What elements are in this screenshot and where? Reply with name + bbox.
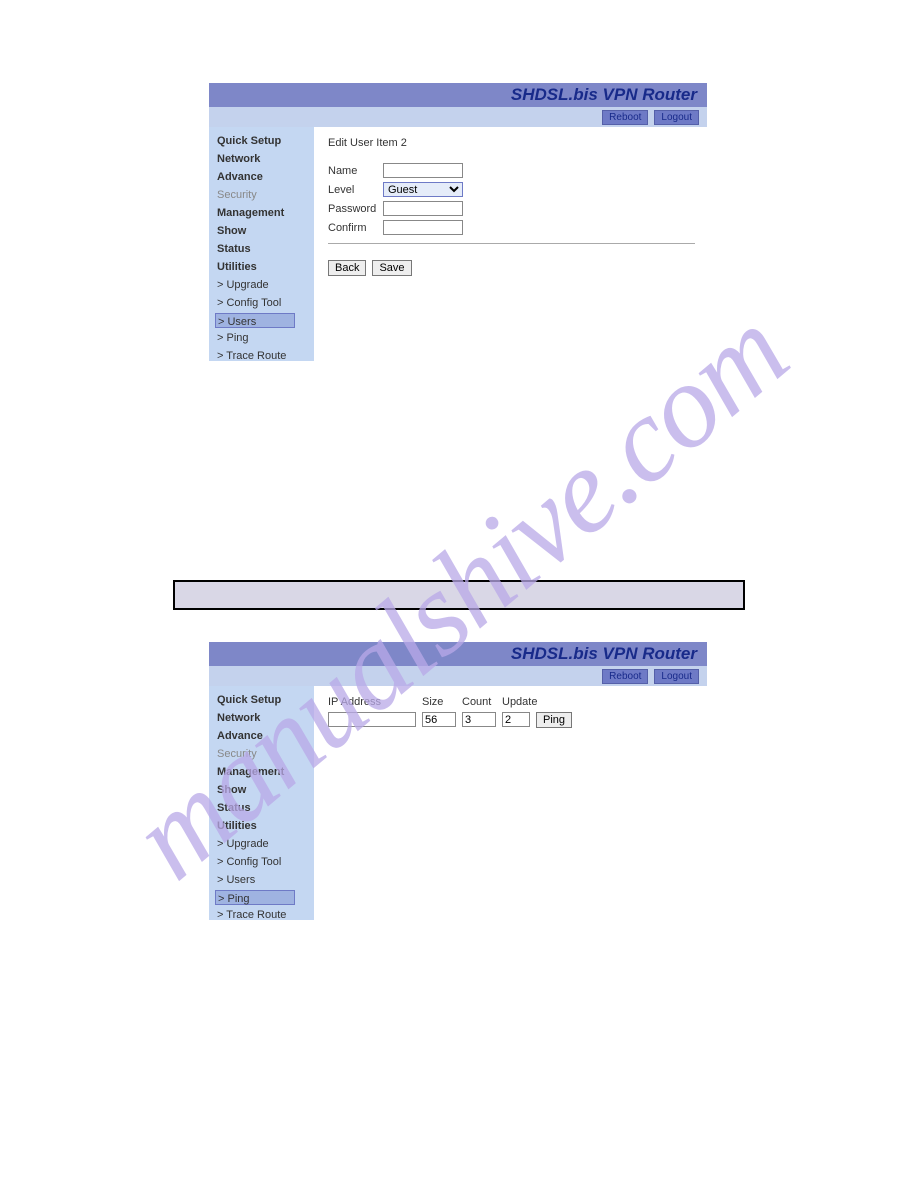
sidebar-item[interactable]: Advance xyxy=(215,728,314,744)
sidebar-item[interactable]: Status xyxy=(215,241,314,257)
router-admin-panel-users: SHDSL.bis VPN Router Reboot Logout Quick… xyxy=(209,83,707,361)
label-name: Name xyxy=(328,165,383,177)
ping-button[interactable]: Ping xyxy=(536,712,572,728)
level-select[interactable]: Guest xyxy=(383,182,463,197)
banner-title: SHDSL.bis VPN Router xyxy=(209,642,707,666)
sidebar-item[interactable]: Network xyxy=(215,710,314,726)
sidebar-item[interactable]: Utilities xyxy=(215,818,314,834)
label-level: Level xyxy=(328,184,383,196)
sidebar-item[interactable]: Network xyxy=(215,151,314,167)
top-toolbar: Reboot Logout xyxy=(209,666,707,686)
content-area: IP Address Size Count Update Ping xyxy=(314,686,707,920)
col-ip: IP Address xyxy=(328,696,416,708)
label-password: Password xyxy=(328,203,383,215)
sidebar-item[interactable]: > Ping xyxy=(215,890,295,905)
sidebar-item[interactable]: > Config Tool xyxy=(215,295,314,311)
col-update: Update xyxy=(502,696,546,708)
label-confirm: Confirm xyxy=(328,222,383,234)
sidebar-item[interactable]: Security xyxy=(215,187,314,203)
password-input[interactable] xyxy=(383,201,463,216)
sidebar-item[interactable]: > Upgrade xyxy=(215,277,314,293)
confirm-input[interactable] xyxy=(383,220,463,235)
divider xyxy=(328,243,695,244)
count-input[interactable] xyxy=(462,712,496,727)
sidebar-item[interactable]: > Upgrade xyxy=(215,836,314,852)
sidebar-item[interactable]: Status xyxy=(215,800,314,816)
sidebar-item[interactable]: Security xyxy=(215,746,314,762)
top-toolbar: Reboot Logout xyxy=(209,107,707,127)
reboot-button[interactable]: Reboot xyxy=(602,110,648,125)
page-heading: Edit User Item 2 xyxy=(328,137,695,149)
sidebar-item[interactable]: Utilities xyxy=(215,259,314,275)
sidebar-item[interactable]: Management xyxy=(215,205,314,221)
sidebar-item[interactable]: > Config Tool xyxy=(215,854,314,870)
col-count: Count xyxy=(462,696,496,708)
section-divider xyxy=(173,580,745,610)
logout-button[interactable]: Logout xyxy=(654,669,699,684)
save-button[interactable]: Save xyxy=(372,260,411,276)
back-button[interactable]: Back xyxy=(328,260,366,276)
sidebar-item[interactable]: > Trace Route xyxy=(215,907,314,923)
sidebar-item[interactable]: Quick Setup xyxy=(215,133,314,149)
col-size: Size xyxy=(422,696,456,708)
sidebar: Quick Setup Network Advance Security Managem… xyxy=(209,127,314,361)
sidebar-item[interactable]: Show xyxy=(215,782,314,798)
ip-input[interactable] xyxy=(328,712,416,727)
sidebar-item[interactable]: > Users xyxy=(215,872,314,888)
update-input[interactable] xyxy=(502,712,530,727)
sidebar-item[interactable]: Advance xyxy=(215,169,314,185)
size-input[interactable] xyxy=(422,712,456,727)
sidebar: Quick Setup Network Advance Security Managem… xyxy=(209,686,314,920)
sidebar-item[interactable]: Management xyxy=(215,764,314,780)
logout-button[interactable]: Logout xyxy=(654,110,699,125)
name-input[interactable] xyxy=(383,163,463,178)
content-area: Edit User Item 2 Name Level Guest Passwo… xyxy=(314,127,707,361)
sidebar-item[interactable]: > Trace Route xyxy=(215,348,314,364)
sidebar-item[interactable]: Show xyxy=(215,223,314,239)
sidebar-item[interactable]: > Users xyxy=(215,313,295,328)
sidebar-item[interactable]: Quick Setup xyxy=(215,692,314,708)
reboot-button[interactable]: Reboot xyxy=(602,669,648,684)
banner-title: SHDSL.bis VPN Router xyxy=(209,83,707,107)
sidebar-item[interactable]: > Ping xyxy=(215,330,314,346)
router-admin-panel-ping: SHDSL.bis VPN Router Reboot Logout Quick… xyxy=(209,642,707,920)
